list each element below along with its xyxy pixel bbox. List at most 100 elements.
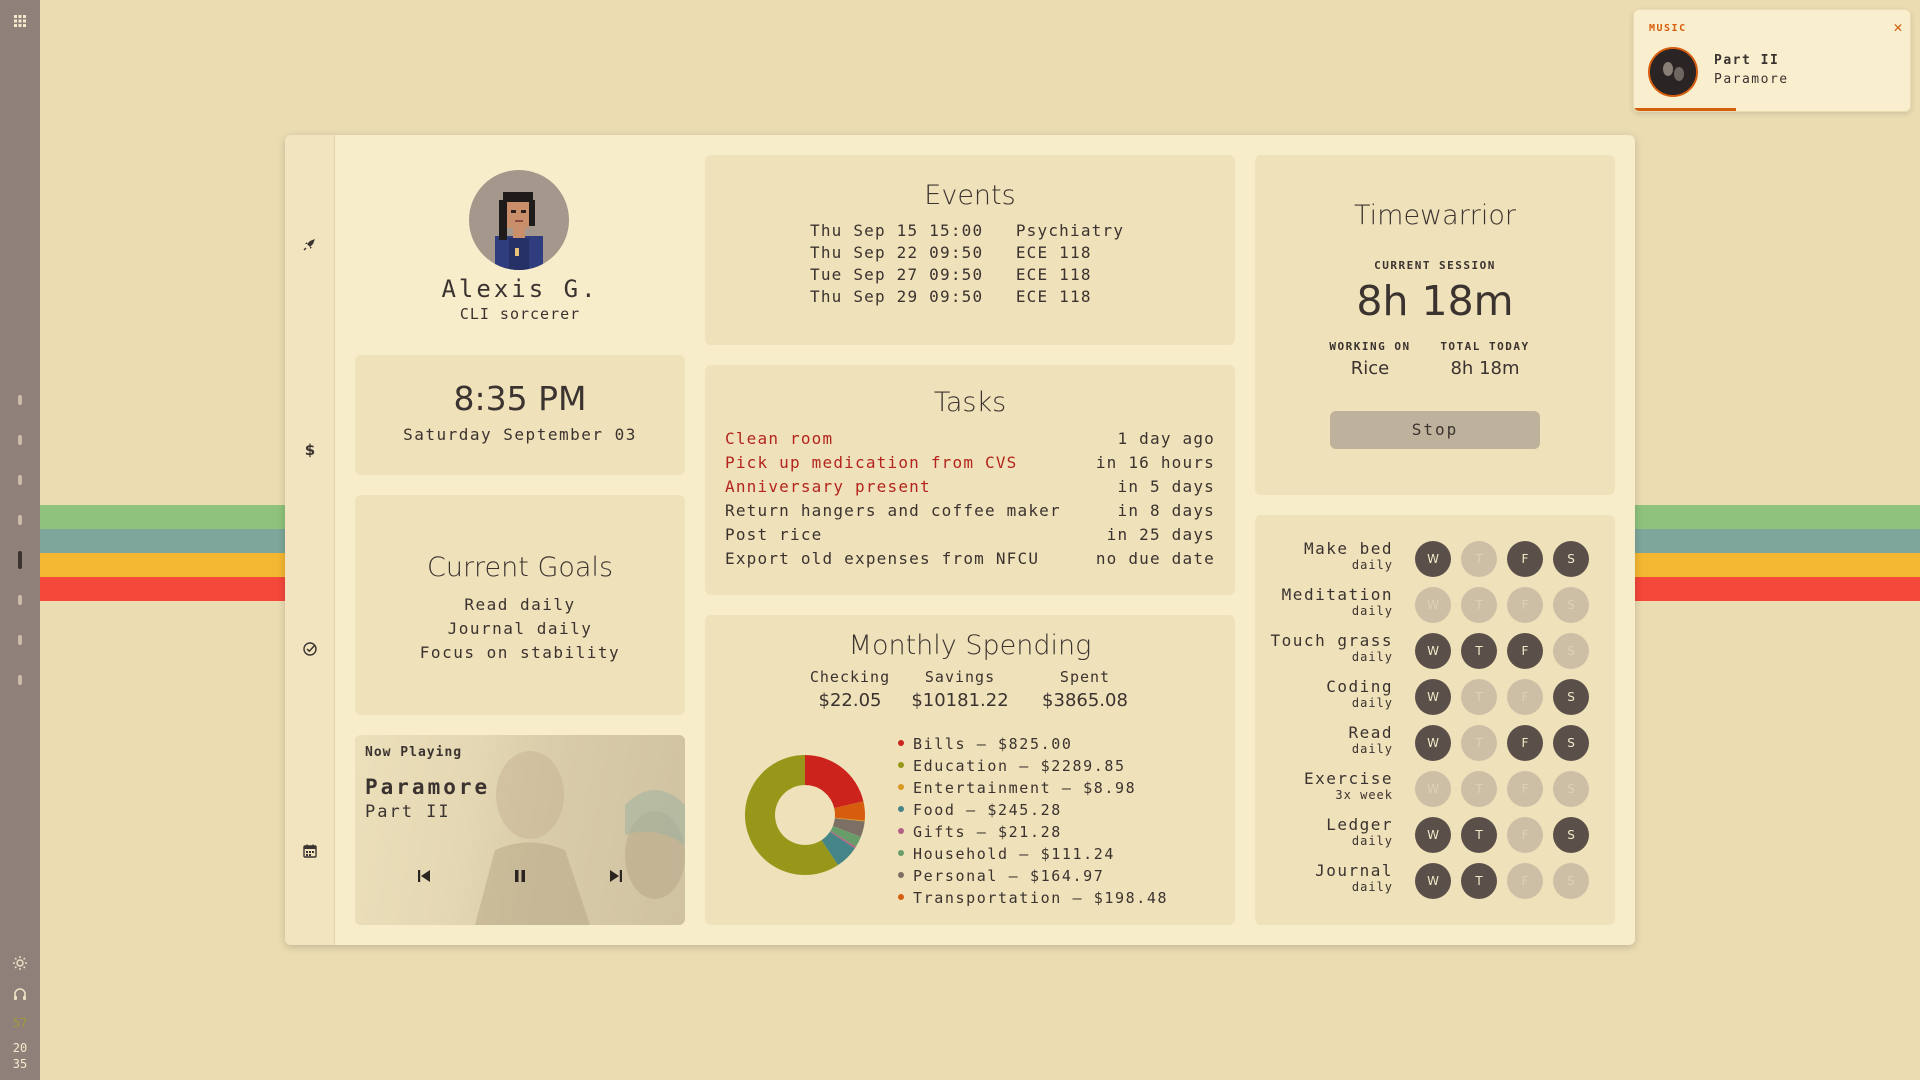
habit-day-toggle[interactable]: F bbox=[1507, 863, 1543, 899]
legend-dot bbox=[898, 893, 904, 900]
habit-day-toggle[interactable]: T bbox=[1461, 817, 1497, 853]
habit-frequency: daily bbox=[1351, 834, 1393, 848]
habit-day-toggle[interactable]: T bbox=[1461, 771, 1497, 807]
habit-day-toggle[interactable]: T bbox=[1461, 679, 1497, 715]
goal-item: Journal daily bbox=[447, 619, 593, 638]
sun-icon[interactable] bbox=[10, 955, 30, 975]
habit-day-toggle[interactable]: S bbox=[1553, 771, 1589, 807]
habit-day-toggle[interactable]: T bbox=[1461, 725, 1497, 761]
legend-item: Education — $2289.85 bbox=[898, 757, 1126, 775]
habit-day-toggle[interactable]: F bbox=[1507, 817, 1543, 853]
event-row: Tue Sep 27 09:50 ECE 118 bbox=[810, 265, 1092, 284]
album-thumbnail bbox=[1648, 47, 1698, 97]
event-row: Thu Sep 22 09:50 ECE 118 bbox=[810, 243, 1092, 262]
task-due: in 8 days bbox=[1117, 501, 1215, 520]
timewarrior-card: Timewarrior CURRENT SESSION 8h 18m WORKI… bbox=[1255, 155, 1615, 495]
habit-day-toggle[interactable]: S bbox=[1553, 679, 1589, 715]
pause-icon[interactable] bbox=[506, 865, 534, 893]
stop-button[interactable]: Stop bbox=[1330, 411, 1540, 449]
task-text: Pick up medication from CVS bbox=[725, 453, 1018, 472]
task-text: Anniversary present bbox=[725, 477, 931, 496]
habit-day-toggle[interactable]: T bbox=[1461, 863, 1497, 899]
spending-title: Monthly Spending bbox=[848, 630, 1092, 661]
dashboard-window: $ Alexis G. CLI sorcerer 8:35 PM Saturda… bbox=[285, 135, 1635, 945]
workspace-4[interactable] bbox=[18, 515, 22, 525]
habit-day-toggle[interactable]: S bbox=[1553, 863, 1589, 899]
habit-day-toggle[interactable]: T bbox=[1461, 633, 1497, 669]
event-when: Thu Sep 22 09:50 bbox=[810, 243, 984, 262]
habit-day-toggle[interactable]: F bbox=[1507, 587, 1543, 623]
avatar-pixel-art bbox=[495, 192, 543, 270]
legend-item: Bills — $825.00 bbox=[898, 735, 1072, 753]
habit-day-toggle[interactable]: W bbox=[1415, 863, 1451, 899]
habit-day-toggle[interactable]: S bbox=[1553, 725, 1589, 761]
event-what: Psychiatry bbox=[1015, 221, 1125, 240]
habit-day-toggle[interactable]: W bbox=[1415, 633, 1451, 669]
legend-text: Education — $2289.85 bbox=[913, 757, 1126, 775]
close-icon[interactable]: ✕ bbox=[1890, 19, 1906, 35]
habit-day-toggle[interactable]: W bbox=[1415, 817, 1451, 853]
habit-name: Ledger bbox=[1326, 815, 1393, 834]
rocket-icon-svg bbox=[303, 239, 315, 251]
habit-day-toggle[interactable]: S bbox=[1553, 633, 1589, 669]
legend-item: Transportation — $198.48 bbox=[898, 889, 1168, 907]
legend-item: Entertainment — $8.98 bbox=[898, 779, 1136, 797]
task-due: no due date bbox=[1095, 549, 1215, 568]
workspace-3[interactable] bbox=[18, 475, 22, 485]
skip-back-icon[interactable] bbox=[410, 865, 438, 893]
habit-day-toggle[interactable]: W bbox=[1415, 771, 1451, 807]
habit-day-toggle[interactable]: S bbox=[1553, 817, 1589, 853]
headphones-icon[interactable] bbox=[10, 986, 30, 1006]
workspace-1[interactable] bbox=[18, 395, 22, 405]
event-row: Thu Sep 15 15:00 Psychiatry bbox=[810, 221, 1124, 240]
task-text: Return hangers and coffee maker bbox=[725, 501, 1061, 520]
pause-icon-svg bbox=[515, 870, 525, 882]
rocket-icon[interactable] bbox=[298, 235, 322, 259]
workspace-6[interactable] bbox=[18, 595, 22, 605]
event-when: Tue Sep 27 09:50 bbox=[810, 265, 984, 284]
habit-day-toggle[interactable]: S bbox=[1553, 541, 1589, 577]
skip-forward-icon[interactable] bbox=[602, 865, 630, 893]
goal-item: Read daily bbox=[464, 595, 576, 614]
total-today-label: TOTAL TODAY bbox=[1440, 340, 1530, 353]
headphones-icon-svg bbox=[14, 988, 26, 1000]
habit-day-toggle[interactable]: S bbox=[1553, 587, 1589, 623]
habit-day-toggle[interactable]: F bbox=[1507, 725, 1543, 761]
task-text: Export old expenses from NFCU bbox=[725, 549, 1040, 568]
calendar-icon[interactable] bbox=[298, 842, 322, 866]
workspace-5[interactable] bbox=[18, 551, 22, 569]
spent-value: $3865.08 bbox=[1042, 690, 1128, 711]
task-due: 1 day ago bbox=[1117, 429, 1215, 448]
music-notification[interactable]: MUSIC ✕ Part II Paramore bbox=[1633, 9, 1911, 112]
events-title: Events bbox=[924, 180, 1016, 211]
spent-label: Spent bbox=[1059, 668, 1111, 686]
spending-donut-chart bbox=[745, 755, 865, 875]
task-due: in 16 hours bbox=[1095, 453, 1215, 472]
habit-day-toggle[interactable]: W bbox=[1415, 725, 1451, 761]
habit-day-toggle[interactable]: T bbox=[1461, 541, 1497, 577]
workspace-7[interactable] bbox=[18, 635, 22, 645]
calendar-icon-svg bbox=[303, 844, 317, 858]
dashboard-nav: $ bbox=[285, 135, 335, 945]
habit-name: Touch grass bbox=[1270, 631, 1393, 650]
workspace-8[interactable] bbox=[18, 675, 22, 685]
check-circle-icon-svg bbox=[303, 642, 317, 656]
habit-name: Coding bbox=[1326, 677, 1393, 696]
habit-day-toggle[interactable]: W bbox=[1415, 541, 1451, 577]
habit-day-toggle[interactable]: F bbox=[1507, 633, 1543, 669]
check-circle-icon[interactable] bbox=[298, 640, 322, 664]
habit-day-toggle[interactable]: W bbox=[1415, 587, 1451, 623]
dollar-icon[interactable]: $ bbox=[298, 438, 322, 462]
habit-day-toggle[interactable]: F bbox=[1507, 771, 1543, 807]
system-bar: 57 20 35 bbox=[0, 0, 40, 1080]
habit-day-toggle[interactable]: T bbox=[1461, 587, 1497, 623]
tasks-title: Tasks bbox=[933, 387, 1007, 418]
habit-day-toggle[interactable]: F bbox=[1507, 679, 1543, 715]
habit-day-toggle[interactable]: F bbox=[1507, 541, 1543, 577]
goals-title: Current Goals bbox=[426, 552, 614, 583]
grid-icon[interactable] bbox=[11, 12, 29, 30]
legend-dot bbox=[898, 805, 904, 812]
workspace-2[interactable] bbox=[18, 435, 22, 445]
habit-day-toggle[interactable]: W bbox=[1415, 679, 1451, 715]
habit-name: Read bbox=[1348, 723, 1393, 742]
